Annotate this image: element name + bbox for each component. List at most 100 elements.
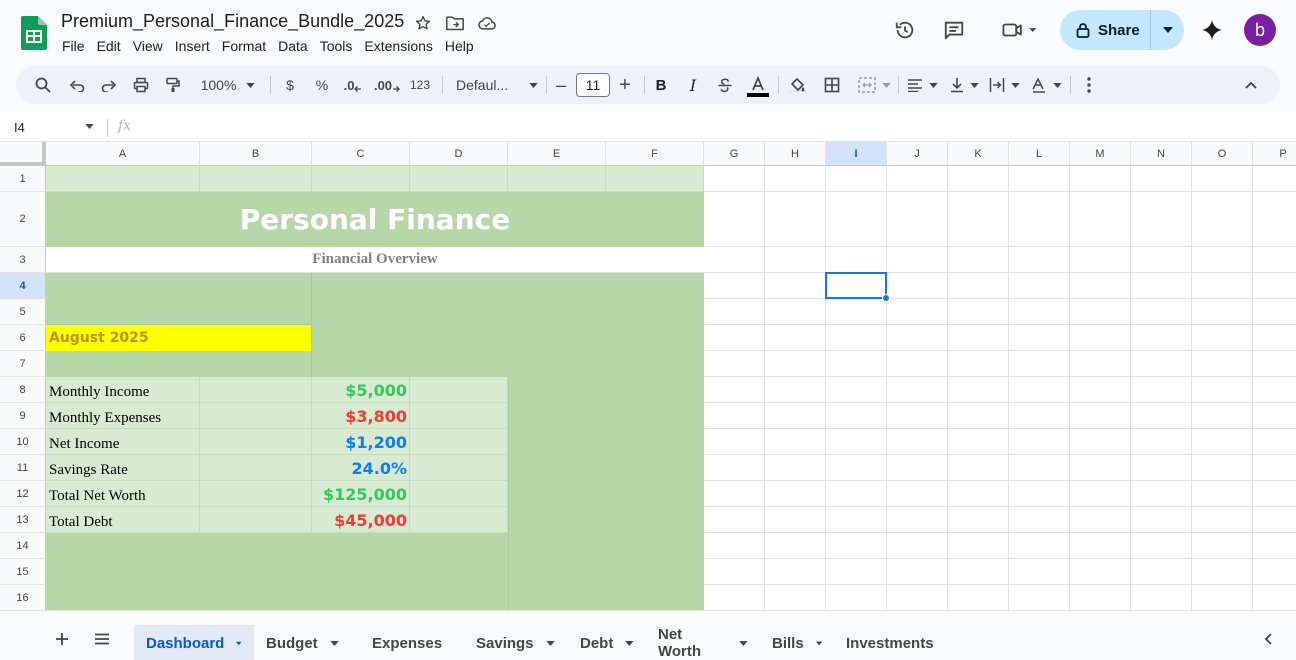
cell-i2[interactable] xyxy=(826,192,887,247)
cell-l14[interactable] xyxy=(1009,533,1070,559)
cell-f1[interactable] xyxy=(606,166,704,192)
font-size-input[interactable]: 11 xyxy=(576,73,610,97)
share-button[interactable]: Share xyxy=(1060,10,1184,50)
cell-l2[interactable] xyxy=(1009,192,1070,247)
horizontal-align-icon[interactable] xyxy=(904,66,940,104)
sheet-tab-expenses[interactable]: Expenses xyxy=(360,625,464,660)
cell-j2[interactable] xyxy=(887,192,948,247)
cell-p6[interactable] xyxy=(1253,325,1296,351)
row-header-8[interactable]: 8 xyxy=(0,377,46,403)
title-banner[interactable]: Personal Finance xyxy=(46,192,704,247)
scroll-tabs-left-icon[interactable] xyxy=(1252,623,1284,655)
cell-l15[interactable] xyxy=(1009,559,1070,585)
metric-cell-d[interactable] xyxy=(410,507,508,533)
document-title[interactable]: Premium_Personal_Finance_Bundle_2025 xyxy=(61,11,404,32)
cell-n2[interactable] xyxy=(1131,192,1192,247)
cell-o6[interactable] xyxy=(1192,325,1253,351)
cell-m14[interactable] xyxy=(1070,533,1131,559)
cell-m1[interactable] xyxy=(1070,166,1131,192)
cell-h8[interactable] xyxy=(765,377,826,403)
column-header-b[interactable]: B xyxy=(200,142,312,166)
all-sheets-icon[interactable] xyxy=(86,623,118,655)
cell-n11[interactable] xyxy=(1131,455,1192,481)
cell-g14[interactable] xyxy=(704,533,765,559)
cell-m9[interactable] xyxy=(1070,403,1131,429)
cell-p8[interactable] xyxy=(1253,377,1296,403)
cell-l12[interactable] xyxy=(1009,481,1070,507)
cell-p14[interactable] xyxy=(1253,533,1296,559)
cell-h15[interactable] xyxy=(765,559,826,585)
row-header-12[interactable]: 12 xyxy=(0,481,46,507)
cell-k7[interactable] xyxy=(948,351,1009,377)
decrease-font-size-button[interactable]: – xyxy=(550,66,572,104)
cell-o15[interactable] xyxy=(1192,559,1253,585)
cell-l10[interactable] xyxy=(1009,429,1070,455)
cell-h7[interactable] xyxy=(765,351,826,377)
column-header-p[interactable]: P xyxy=(1253,142,1296,166)
cell-j15[interactable] xyxy=(887,559,948,585)
cell-h2[interactable] xyxy=(765,192,826,247)
percent-format-button[interactable]: % xyxy=(310,66,334,104)
cell-j10[interactable] xyxy=(887,429,948,455)
cell-k8[interactable] xyxy=(948,377,1009,403)
metric-cell-b[interactable] xyxy=(200,455,312,481)
cell-h5[interactable] xyxy=(765,299,826,325)
select-all-corner[interactable] xyxy=(0,142,46,166)
menu-data[interactable]: Data xyxy=(272,37,314,55)
cell-k14[interactable] xyxy=(948,533,1009,559)
caret-down-icon[interactable] xyxy=(330,640,339,646)
cell-o14[interactable] xyxy=(1192,533,1253,559)
cell-p7[interactable] xyxy=(1253,351,1296,377)
sheets-logo-icon[interactable] xyxy=(21,16,47,50)
cell-i14[interactable] xyxy=(826,533,887,559)
cell-i8[interactable] xyxy=(826,377,887,403)
caret-down-icon[interactable] xyxy=(545,640,555,646)
zoom-select[interactable]: 100% xyxy=(192,66,264,104)
cell-p13[interactable] xyxy=(1253,507,1296,533)
sheet-tab-investments[interactable]: Investments xyxy=(834,625,956,660)
cell-h1[interactable] xyxy=(765,166,826,192)
cell-g9[interactable] xyxy=(704,403,765,429)
column-header-d[interactable]: D xyxy=(410,142,508,166)
cell-g12[interactable] xyxy=(704,481,765,507)
cell-j12[interactable] xyxy=(887,481,948,507)
cell-l7[interactable] xyxy=(1009,351,1070,377)
cell-o11[interactable] xyxy=(1192,455,1253,481)
cell-m7[interactable] xyxy=(1070,351,1131,377)
cell-n4[interactable] xyxy=(1131,273,1192,299)
subtitle-banner[interactable]: Financial Overview xyxy=(46,247,704,273)
strikethrough-icon[interactable] xyxy=(714,66,736,104)
cell-o16[interactable] xyxy=(1192,585,1253,610)
cell-g15[interactable] xyxy=(704,559,765,585)
cell-g8[interactable] xyxy=(704,377,765,403)
cell-l5[interactable] xyxy=(1009,299,1070,325)
name-box[interactable]: I4 xyxy=(14,120,25,135)
cell-k16[interactable] xyxy=(948,585,1009,610)
share-main-button[interactable]: Share xyxy=(1060,10,1151,50)
column-header-n[interactable]: N xyxy=(1131,142,1192,166)
cell-j4[interactable] xyxy=(887,273,948,299)
row-header-3[interactable]: 3 xyxy=(0,247,46,273)
cell-h10[interactable] xyxy=(765,429,826,455)
cell-n1[interactable] xyxy=(1131,166,1192,192)
cell-g3[interactable] xyxy=(704,247,765,273)
period-cell[interactable]: August 2025 xyxy=(46,325,311,351)
menu-help[interactable]: Help xyxy=(439,37,480,55)
cell-c1[interactable] xyxy=(312,166,410,192)
cell-l11[interactable] xyxy=(1009,455,1070,481)
cell-k11[interactable] xyxy=(948,455,1009,481)
cell-o7[interactable] xyxy=(1192,351,1253,377)
cell-m5[interactable] xyxy=(1070,299,1131,325)
cell-n7[interactable] xyxy=(1131,351,1192,377)
metric-cell-b[interactable] xyxy=(200,429,312,455)
cell-b1[interactable] xyxy=(200,166,312,192)
cell-p10[interactable] xyxy=(1253,429,1296,455)
cell-n3[interactable] xyxy=(1131,247,1192,273)
cell-o3[interactable] xyxy=(1192,247,1253,273)
cell-j7[interactable] xyxy=(887,351,948,377)
row-header-13[interactable]: 13 xyxy=(0,507,46,533)
cell-i9[interactable] xyxy=(826,403,887,429)
cell-n12[interactable] xyxy=(1131,481,1192,507)
row-header-14[interactable]: 14 xyxy=(0,533,46,559)
undo-icon[interactable] xyxy=(64,66,90,104)
